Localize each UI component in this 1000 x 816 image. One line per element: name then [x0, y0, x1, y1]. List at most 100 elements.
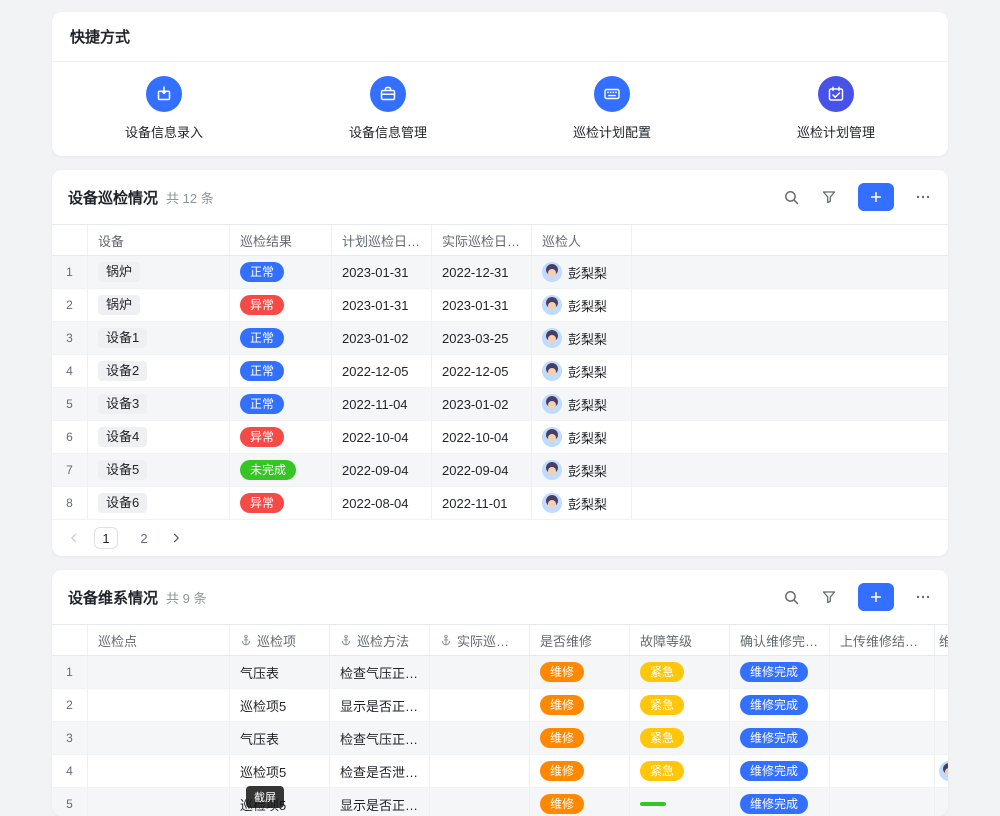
- upload-cell: [830, 788, 935, 816]
- confirm-cell: 维修完成: [730, 656, 830, 688]
- confirm-badge: 维修完成: [740, 695, 808, 715]
- add-record-button[interactable]: [858, 583, 894, 611]
- shortcut-label: 巡检计划管理: [797, 122, 875, 141]
- table-row[interactable]: 1 气压表 检查气压正… 维修 紧急 维修完成: [52, 656, 948, 689]
- column-header-repairer[interactable]: 维: [935, 625, 948, 655]
- screenshot-tooltip: 截屏: [246, 786, 284, 808]
- point-cell: [88, 689, 230, 721]
- avatar: [939, 761, 948, 781]
- table-row[interactable]: 5 设备3 正常 2022-11-04 2023-01-02 彭梨梨: [52, 388, 948, 421]
- table-row[interactable]: 2 锅炉 异常 2023-01-31 2023-01-31 彭梨梨: [52, 289, 948, 322]
- table-row[interactable]: 3 设备1 正常 2023-01-02 2023-03-25 彭梨梨: [52, 322, 948, 355]
- table-row[interactable]: 7 设备5 未完成 2022-09-04 2022-09-04 彭梨梨: [52, 454, 948, 487]
- column-header-item[interactable]: 巡检项: [230, 625, 330, 655]
- device-chip: 锅炉: [98, 262, 140, 282]
- shortcut-label: 设备信息录入: [125, 122, 203, 141]
- repair-cell: 维修: [530, 788, 630, 816]
- avatar: [542, 262, 562, 282]
- shortcut-device-manage[interactable]: 设备信息管理: [276, 76, 500, 141]
- method-cell: 显示是否正…: [330, 689, 430, 721]
- upload-cell: [830, 722, 935, 754]
- panel-title: 设备巡检情况: [68, 187, 158, 208]
- column-header-upload[interactable]: 上传维修结…: [830, 625, 935, 655]
- shortcut-plan-config[interactable]: 巡检计划配置: [500, 76, 724, 141]
- repairer-cell: [935, 755, 948, 787]
- shortcuts-title: 快捷方式: [70, 26, 130, 47]
- table-row[interactable]: 2 巡检项5 显示是否正… 维修 紧急 维修完成: [52, 689, 948, 722]
- confirm-badge: 维修完成: [740, 662, 808, 682]
- inspection-header: 设备巡检情况 共 12 条: [52, 170, 948, 224]
- point-cell: [88, 755, 230, 787]
- result-cell: 异常: [230, 289, 332, 321]
- column-header-result[interactable]: 巡检结果: [230, 225, 332, 255]
- maintenance-card: 设备维系情况 共 9 条 巡检点 巡检项 巡检方法: [52, 570, 948, 816]
- search-icon[interactable]: [782, 188, 800, 206]
- column-header-confirm[interactable]: 确认维修完…: [730, 625, 830, 655]
- device-chip: 锅炉: [98, 295, 140, 315]
- maintenance-header: 设备维系情况 共 9 条: [52, 570, 948, 624]
- column-header-actual-date[interactable]: 实际巡检日…: [432, 225, 532, 255]
- level-cell: 紧急: [630, 722, 730, 754]
- column-header-repair[interactable]: 是否维修: [530, 625, 630, 655]
- avatar: [542, 394, 562, 414]
- person-name: 彭梨梨: [568, 263, 607, 282]
- table-row[interactable]: 4 巡检项5 检查是否泄… 维修 紧急 维修完成: [52, 755, 948, 788]
- column-label: 巡检方法: [357, 631, 409, 650]
- actual-cell: [430, 755, 530, 787]
- point-cell: [88, 656, 230, 688]
- column-header-plan-date[interactable]: 计划巡检日…: [332, 225, 432, 255]
- method-cell: 检查气压正…: [330, 656, 430, 688]
- repair-badge: 维修: [540, 728, 584, 748]
- inspection-card: 设备巡检情况 共 12 条 设备 巡检结果 计划巡检日… 实际巡检日… 巡检人: [52, 170, 948, 556]
- more-icon[interactable]: [914, 188, 932, 206]
- table-row[interactable]: 6 设备4 异常 2022-10-04 2022-10-04 彭梨梨: [52, 421, 948, 454]
- plan-date-cell: 2023-01-31: [332, 289, 432, 321]
- more-icon[interactable]: [914, 588, 932, 606]
- table-row[interactable]: 1 锅炉 正常 2023-01-31 2022-12-31 彭梨梨: [52, 256, 948, 289]
- column-header-method[interactable]: 巡检方法: [330, 625, 430, 655]
- filter-icon[interactable]: [820, 588, 838, 606]
- row-index: 2: [52, 289, 88, 321]
- result-cell: 正常: [230, 355, 332, 387]
- repair-cell: 维修: [530, 689, 630, 721]
- next-page-icon[interactable]: [170, 532, 182, 544]
- filter-icon[interactable]: [820, 188, 838, 206]
- column-header-device[interactable]: 设备: [88, 225, 230, 255]
- lookup-anchor-icon: [340, 634, 352, 646]
- result-cell: 正常: [230, 322, 332, 354]
- add-record-button[interactable]: [858, 183, 894, 211]
- column-header-inspector[interactable]: 巡检人: [532, 225, 632, 255]
- actual-date-cell: 2022-12-31: [432, 256, 532, 288]
- device-chip: 设备5: [98, 460, 147, 480]
- table-row[interactable]: 5 巡检项5 显示是否正… 维修 维修完成: [52, 788, 948, 816]
- column-header-point[interactable]: 巡检点: [88, 625, 230, 655]
- maintenance-table-header: 巡检点 巡检项 巡检方法 实际巡… 是否维修 故障等级 确认维修完… 上传维修结…: [52, 624, 948, 656]
- table-row[interactable]: 4 设备2 正常 2022-12-05 2022-12-05 彭梨梨: [52, 355, 948, 388]
- repair-cell: 维修: [530, 755, 630, 787]
- actual-cell: [430, 788, 530, 816]
- shortcut-device-entry[interactable]: 设备信息录入: [52, 76, 276, 141]
- status-badge: 异常: [240, 493, 284, 513]
- repairer-cell: [935, 656, 948, 688]
- shortcuts-card: 快捷方式 设备信息录入 设备信息管理: [52, 12, 948, 156]
- column-label: 实际巡…: [457, 631, 509, 650]
- page-number[interactable]: 2: [132, 527, 156, 549]
- search-icon[interactable]: [782, 588, 800, 606]
- prev-page-icon[interactable]: [68, 532, 80, 544]
- inspector-cell: 彭梨梨: [532, 355, 632, 387]
- device-cell: 锅炉: [88, 256, 230, 288]
- column-header-level[interactable]: 故障等级: [630, 625, 730, 655]
- fault-level-badge: [640, 802, 666, 806]
- result-cell: 未完成: [230, 454, 332, 486]
- page-number[interactable]: 1: [94, 527, 118, 549]
- status-badge: 正常: [240, 394, 284, 414]
- shortcut-plan-manage[interactable]: 巡检计划管理: [724, 76, 948, 141]
- status-badge: 正常: [240, 328, 284, 348]
- actual-date-cell: 2022-12-05: [432, 355, 532, 387]
- repairer-cell: [935, 722, 948, 754]
- actual-date-cell: 2022-11-01: [432, 487, 532, 519]
- column-header-actual[interactable]: 实际巡…: [430, 625, 530, 655]
- table-row[interactable]: 3 气压表 检查气压正… 维修 紧急 维修完成: [52, 722, 948, 755]
- avatar: [542, 295, 562, 315]
- table-row[interactable]: 8 设备6 异常 2022-08-04 2022-11-01 彭梨梨: [52, 487, 948, 520]
